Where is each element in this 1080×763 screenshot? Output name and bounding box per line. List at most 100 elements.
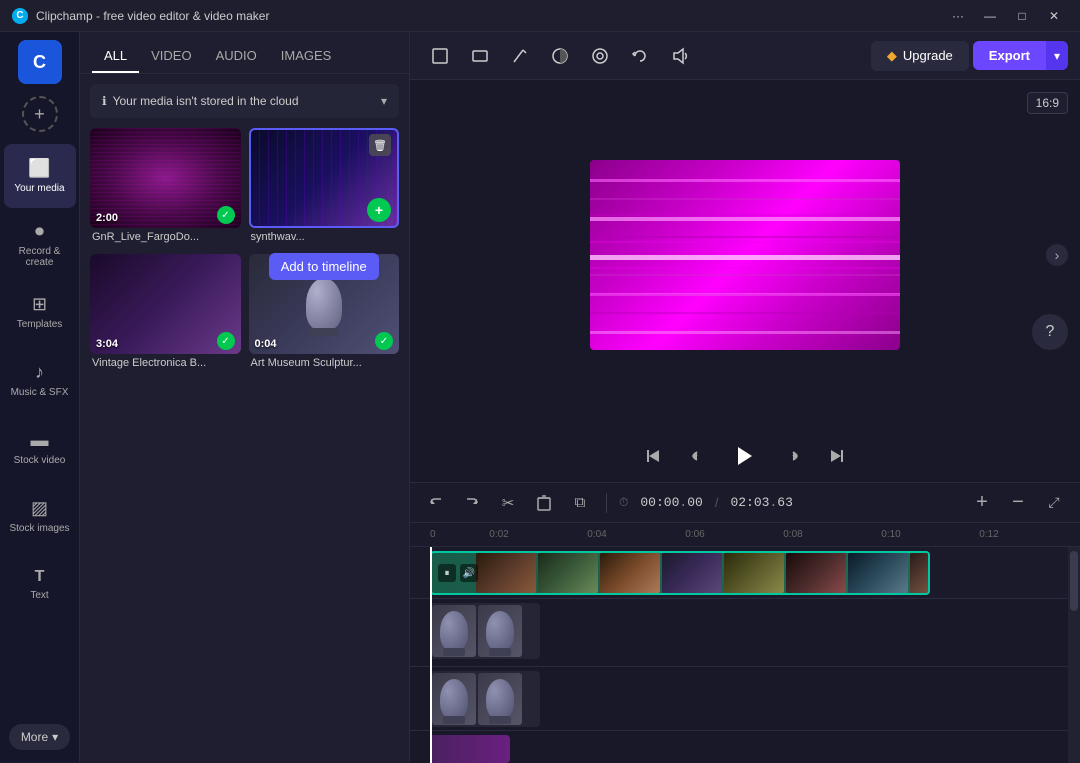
add-track-button[interactable]: +	[968, 489, 996, 517]
edit-tool-button[interactable]	[502, 38, 538, 74]
ruler-mark: 0:02	[450, 529, 548, 540]
ruler-marks: 0 0:02 0:04 0:06 0:08 0:10 0:12	[430, 529, 1080, 540]
cloud-storage-bar[interactable]: ℹ Your media isn't stored in the cloud ▾	[90, 84, 399, 118]
rotate-tool-button[interactable]	[622, 38, 658, 74]
help-button[interactable]: ?	[1032, 314, 1068, 350]
sidebar-item-label: Your media	[14, 183, 64, 194]
delete-button[interactable]	[530, 489, 558, 517]
pause-clip-button[interactable]: ⏸	[438, 564, 456, 582]
media-thumbnail-synth[interactable]: 🗑 +	[249, 128, 400, 228]
title-bar-left: C Clipchamp - free video editor & video …	[12, 8, 269, 24]
sidebar-item-templates[interactable]: ⊞ Templates	[4, 280, 76, 344]
tab-images[interactable]: IMAGES	[269, 40, 344, 73]
record-icon: ⏺	[35, 221, 44, 242]
preview-section: 16:9 ? ›	[410, 80, 1080, 482]
tab-audio[interactable]: AUDIO	[204, 40, 269, 73]
media-filename: GnR_Live_FargoDo...	[90, 228, 241, 246]
media-thumbnail-vintage[interactable]: 3:04 ✓	[90, 254, 241, 354]
sidebar-item-stock-images[interactable]: ▨ Stock images	[4, 484, 76, 548]
timeline-toolbar: ✂ ⧉ ⏱ 00:00.00 / 02:03.63 + − ⤢	[410, 483, 1080, 523]
sub-clip-1[interactable]	[430, 603, 540, 659]
tab-all[interactable]: ALL	[92, 40, 139, 73]
delete-button[interactable]: 🗑	[369, 134, 391, 156]
crop-tool-button[interactable]	[422, 38, 458, 74]
timeline-tracks: ⏸ 🔊	[410, 547, 1080, 763]
sidebar-item-music-sfx[interactable]: ♪ Music & SFX	[4, 348, 76, 412]
fit-timeline-button[interactable]: ⤢	[1040, 489, 1068, 517]
filter-tool-button[interactable]	[582, 38, 618, 74]
right-area: ◆ Upgrade Export ▾	[410, 32, 1080, 762]
upgrade-button[interactable]: ◆ Upgrade	[871, 41, 969, 71]
track-controls: ⏸ 🔊	[438, 564, 478, 582]
scrollbar-thumb[interactable]	[1070, 551, 1078, 611]
sidebar-item-record-create[interactable]: ⏺ Record & create	[4, 212, 76, 276]
sidebar-logo: C	[18, 40, 62, 84]
sidebar-item-label: Record & create	[4, 246, 76, 268]
main-layout: C + ⬜ Your media ⏺ Record & create ⊞ Tem…	[0, 32, 1080, 762]
expand-button[interactable]: ›	[1046, 244, 1068, 266]
list-item: 2:00 ✓ GnR_Live_FargoDo...	[90, 128, 241, 246]
forward-button[interactable]	[779, 442, 807, 470]
tab-video[interactable]: VIDEO	[139, 40, 203, 73]
video-track: ⏸ 🔊	[410, 547, 1080, 599]
aspect-ratio-badge[interactable]: 16:9	[1027, 92, 1068, 114]
sidebar-item-label: Music & SFX	[11, 387, 69, 398]
undo-button[interactable]	[422, 489, 450, 517]
ruler-mark: 0:06	[646, 529, 744, 540]
media-filename: Art Museum Sculptur...	[249, 354, 400, 372]
rewind-button[interactable]	[683, 442, 711, 470]
audio-track-1	[410, 731, 1080, 763]
export-button[interactable]: Export	[973, 41, 1046, 70]
music-icon: ♪	[35, 362, 44, 383]
left-sidebar: C + ⬜ Your media ⏺ Record & create ⊞ Tem…	[0, 32, 80, 762]
add-to-timeline-button[interactable]: +	[367, 198, 391, 222]
timeline-area: ✂ ⧉ ⏱ 00:00.00 / 02:03.63 + − ⤢	[410, 482, 1080, 762]
transform-tool-button[interactable]	[462, 38, 498, 74]
cut-button[interactable]: ✂	[494, 489, 522, 517]
media-duration: 2:00	[96, 212, 118, 224]
window-controls: ··· — □ ✕	[944, 6, 1068, 26]
sub-frame	[432, 605, 476, 657]
media-thumbnail-gnr[interactable]: 2:00 ✓	[90, 128, 241, 228]
media-duration: 3:04	[96, 338, 118, 350]
maximize-button[interactable]: □	[1008, 6, 1036, 26]
sub-track-1	[410, 599, 1080, 667]
skip-to-start-button[interactable]	[639, 442, 667, 470]
sidebar-item-text[interactable]: T Text	[4, 552, 76, 616]
info-icon: ℹ	[102, 94, 107, 108]
export-button-group: Export ▾	[973, 41, 1068, 70]
editor-toolbar: ◆ Upgrade Export ▾	[410, 32, 1080, 80]
sidebar-item-label: Templates	[17, 319, 63, 330]
title-bar: C Clipchamp - free video editor & video …	[0, 0, 1080, 32]
audio-tool-button[interactable]	[662, 38, 698, 74]
gem-icon: ◆	[887, 48, 897, 64]
list-item: 🗑 + synthwav... Add to timeline	[249, 128, 400, 246]
more-button[interactable]: More ▾	[9, 724, 70, 750]
audio-clip-1[interactable]	[430, 735, 510, 763]
export-dropdown-button[interactable]: ▾	[1046, 41, 1068, 70]
close-button[interactable]: ✕	[1040, 6, 1068, 26]
add-media-button[interactable]: +	[22, 96, 58, 132]
redo-button[interactable]	[458, 489, 486, 517]
text-icon: T	[35, 568, 45, 586]
minimize-button[interactable]: —	[976, 6, 1004, 26]
sidebar-item-your-media[interactable]: ⬜ Your media	[4, 144, 76, 208]
sidebar-item-stock-video[interactable]: ▬ Stock video	[4, 416, 76, 480]
copy-button[interactable]: ⧉	[566, 489, 594, 517]
sub-frame	[478, 605, 522, 657]
your-media-icon: ⬜	[28, 158, 50, 179]
time-total: 02:03.63	[730, 495, 792, 510]
skip-to-end-button[interactable]	[823, 442, 851, 470]
check-icon: ✓	[375, 332, 393, 350]
color-tool-button[interactable]	[542, 38, 578, 74]
timeline-scrollbar[interactable]	[1068, 547, 1080, 763]
ruler-mark: 0:08	[744, 529, 842, 540]
play-button[interactable]	[727, 438, 763, 474]
zoom-out-button[interactable]: −	[1004, 489, 1032, 517]
sub-clip-2[interactable]	[430, 671, 540, 727]
more-button[interactable]: ···	[944, 6, 972, 26]
sub-track-2	[410, 667, 1080, 731]
sub-frame	[478, 673, 522, 725]
mute-clip-button[interactable]: 🔊	[460, 564, 478, 582]
video-clip[interactable]: ⏸ 🔊	[430, 551, 930, 595]
